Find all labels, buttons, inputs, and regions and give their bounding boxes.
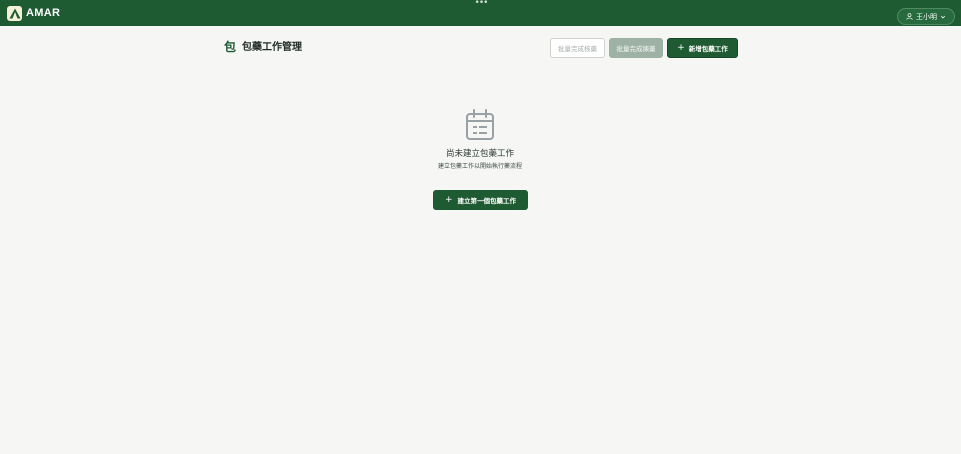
plus-icon: + [677,42,685,53]
brand[interactable]: AMAR [7,5,60,21]
chevron-down-icon [940,15,946,18]
batch-collect-label: 批量完成揀藥 [616,45,656,53]
empty-state: 尚未建立包藥工作 建立包藥工作以開始執行藥流程 [380,108,580,171]
plus-icon: + [444,194,453,205]
page-title: 包藥工作管理 [242,42,303,53]
batch-collect-button[interactable]: 批量完成揀藥 [609,38,663,58]
more-dots-icon[interactable]: ••• [474,0,489,8]
user-icon [906,13,913,20]
brand-name: AMAR [26,7,61,19]
create-first-task-label: 建立第一個包藥工作 [457,197,517,205]
page-header: 包 包藥工作管理 [224,40,302,55]
create-first-task-button[interactable]: + 建立第一個包藥工作 [433,190,528,210]
empty-state-subtitle: 建立包藥工作以開始執行藥流程 [437,163,522,170]
new-task-button[interactable]: + 新增包藥工作 [667,38,738,58]
empty-state-title: 尚未建立包藥工作 [445,149,514,159]
calendar-icon [466,109,494,140]
top-bar: AMAR ••• 王小明 [0,0,961,26]
new-task-label: 新增包藥工作 [688,45,728,53]
logo-icon [7,5,22,21]
user-menu-button[interactable]: 王小明 [897,8,955,25]
page-title-icon: 包 [224,40,237,54]
user-name: 王小明 [916,12,937,21]
batch-verify-label: 批量完成核藥 [558,45,597,53]
batch-verify-button[interactable]: 批量完成核藥 [550,38,605,58]
